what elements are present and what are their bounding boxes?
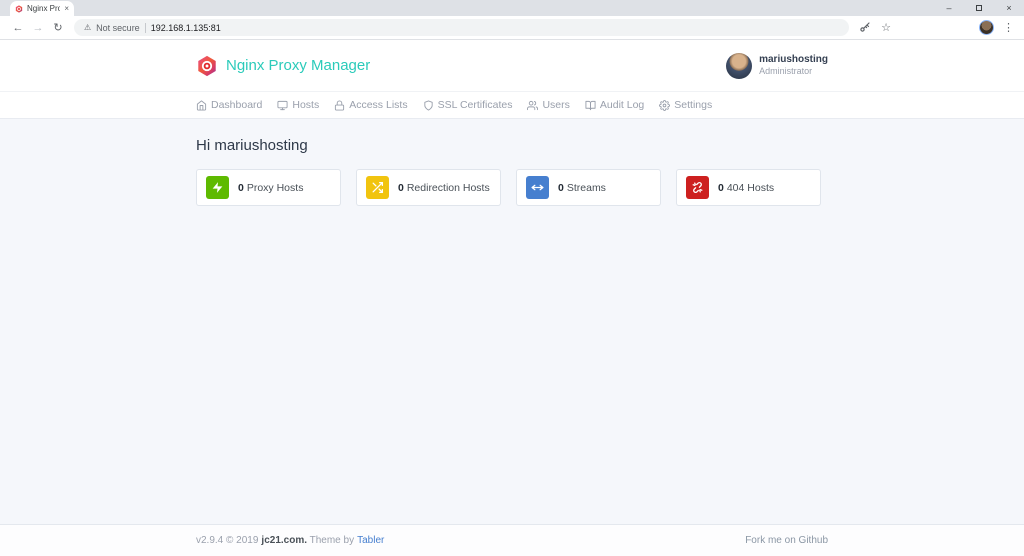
nav-item-settings[interactable]: Settings — [659, 99, 712, 111]
tab-title: Nginx Prox — [27, 4, 61, 13]
card-count: 0 — [398, 181, 404, 194]
omnibox-divider — [144, 22, 146, 33]
card-proxy-hosts[interactable]: 0 Proxy Hosts — [196, 169, 341, 206]
back-icon[interactable]: ← — [8, 22, 28, 34]
home-icon — [196, 99, 207, 111]
close-window-button[interactable]: × — [994, 0, 1024, 16]
nav-label: Hosts — [292, 99, 320, 111]
nav-label: Access Lists — [349, 99, 408, 111]
card-label: Proxy Hosts — [246, 181, 304, 194]
tab-favicon-icon — [15, 4, 23, 13]
brand[interactable]: Nginx Proxy Manager — [196, 55, 370, 77]
nav-item-dashboard[interactable]: Dashboard — [196, 99, 262, 111]
window-controls: – × — [934, 0, 1024, 16]
nav-label: SSL Certificates — [437, 99, 513, 111]
card-label: Redirection Hosts — [406, 181, 490, 194]
stat-cards: 0 Proxy Hosts 0 Redirection Hosts 0 Stre… — [196, 169, 828, 206]
minimize-button[interactable]: – — [934, 0, 964, 16]
card-label: Streams — [566, 181, 606, 194]
app-title: Nginx Proxy Manager — [226, 57, 371, 74]
footer-left: v2.9.4 © 2019 jc21.com. Theme by Tabler — [196, 535, 384, 546]
user-avatar — [726, 52, 753, 79]
bookmark-star-icon[interactable]: ☆ — [881, 21, 891, 34]
card-label: 404 Hosts — [726, 181, 775, 194]
browser-tab[interactable]: Nginx Prox × — [10, 1, 74, 16]
nav-item-audit-log[interactable]: Audit Log — [585, 99, 644, 111]
theme-by-text: Theme by — [309, 535, 355, 546]
nginx-proxy-manager-logo-icon — [198, 55, 216, 76]
browser-window: Nginx Prox × – × ← → ↻ ⚠ Not secure 192.… — [0, 0, 1024, 556]
app-header: Nginx Proxy Manager mariushosting Admini… — [0, 40, 1024, 91]
version-text: v2.9.4 © 2019 — [196, 535, 259, 546]
browser-toolbar: ← → ↻ ⚠ Not secure 192.168.1.135:81 ☆ ⋮ — [0, 16, 1024, 40]
nav-item-hosts[interactable]: Hosts — [277, 99, 319, 111]
arrows-horizontal-icon — [526, 176, 549, 199]
security-label: Not secure — [96, 22, 140, 33]
gear-icon — [659, 99, 671, 111]
password-key-icon[interactable] — [859, 21, 871, 34]
tab-close-icon[interactable]: × — [64, 4, 69, 13]
user-name: mariushosting — [759, 53, 828, 65]
address-bar[interactable]: ⚠ Not secure 192.168.1.135:81 — [74, 19, 850, 36]
nav-item-users[interactable]: Users — [527, 99, 570, 111]
app-footer: v2.9.4 © 2019 jc21.com. Theme by Tabler Fo… — [0, 524, 1024, 556]
restore-button[interactable] — [964, 0, 994, 16]
nav-item-access-lists[interactable]: Access Lists — [334, 99, 408, 111]
card-text: 0 Proxy Hosts — [238, 182, 303, 194]
app-nav: Dashboard Hosts Access Lists SSL Certifi… — [0, 91, 1024, 119]
dashboard-body: Hi mariushosting 0 Proxy Hosts 0 Redirec… — [0, 119, 1024, 524]
jc21-link[interactable]: jc21.com. — [261, 535, 307, 546]
card-count: 0 — [718, 181, 724, 194]
page-content: Nginx Proxy Manager mariushosting Admini… — [0, 40, 1024, 556]
browser-tabstrip: Nginx Prox × – × — [0, 0, 1024, 16]
not-secure-warning-icon: ⚠ — [84, 23, 92, 32]
monitor-icon — [277, 100, 288, 110]
card-text: 0 404 Hosts — [718, 182, 774, 194]
lock-icon — [335, 99, 345, 111]
refresh-icon[interactable]: ↻ — [48, 21, 68, 34]
nav-label: Dashboard — [211, 99, 263, 111]
bolt-icon — [206, 176, 229, 199]
forward-icon[interactable]: → — [28, 22, 48, 34]
card-streams[interactable]: 0 Streams — [516, 169, 661, 206]
card-redirection-hosts[interactable]: 0 Redirection Hosts — [356, 169, 501, 206]
broken-link-icon — [686, 176, 709, 199]
user-role: Administrator — [759, 66, 813, 77]
users-icon — [527, 100, 539, 110]
nav-label: Audit Log — [599, 99, 645, 111]
card-count: 0 — [558, 181, 564, 194]
nav-label: Users — [542, 99, 570, 111]
card-text: 0 Streams — [558, 182, 606, 194]
nav-label: Settings — [674, 99, 713, 111]
shuffle-icon — [366, 176, 389, 199]
shield-icon — [423, 99, 433, 111]
browser-menu-icon[interactable]: ⋮ — [1003, 21, 1014, 34]
card-text: 0 Redirection Hosts — [398, 182, 490, 194]
restore-icon — [976, 5, 982, 11]
card-404-hosts[interactable]: 0 404 Hosts — [676, 169, 821, 206]
user-menu[interactable]: mariushosting Administrator — [726, 52, 828, 79]
page-title: Hi mariushosting — [196, 137, 308, 154]
browser-profile-avatar[interactable] — [979, 20, 994, 35]
card-count: 0 — [238, 181, 244, 194]
nav-item-ssl-certificates[interactable]: SSL Certificates — [423, 99, 513, 111]
book-icon — [585, 100, 596, 110]
url-text: 192.168.1.135:81 — [150, 22, 221, 33]
tabler-link[interactable]: Tabler — [357, 535, 384, 546]
github-link[interactable]: Fork me on Github — [745, 535, 828, 546]
